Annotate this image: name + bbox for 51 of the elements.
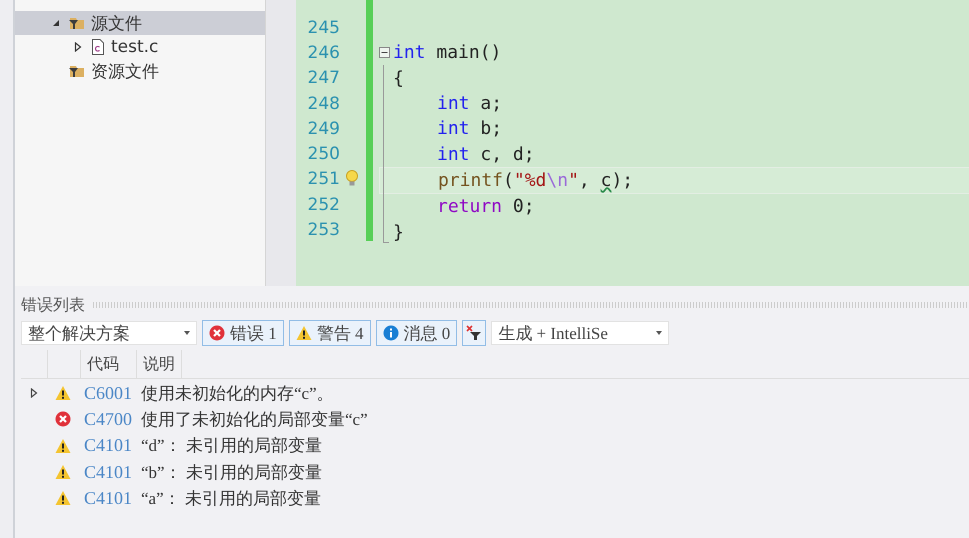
line-number: 253 xyxy=(306,220,340,240)
tree-item[interactable]: test.c xyxy=(15,35,265,59)
error-description: “b”： 未引用的局部变量 xyxy=(140,462,322,484)
folder-filter-icon xyxy=(69,16,85,30)
tree-item[interactable]: 资源文件 xyxy=(15,59,265,83)
dropdown-arrow-icon xyxy=(656,331,662,335)
code-line: int main() xyxy=(393,42,502,64)
code-line: printf("%d\n", c); xyxy=(437,170,634,191)
error-icon xyxy=(209,325,225,341)
info-icon xyxy=(382,325,398,341)
code-line: return 0; xyxy=(436,196,535,218)
line-number: 250 xyxy=(306,144,340,164)
collapse-icon[interactable] xyxy=(379,47,390,58)
c-file-icon xyxy=(91,39,105,55)
panel-title: 错误列表 xyxy=(21,294,85,316)
scope-dropdown[interactable]: 整个解决方案 xyxy=(21,321,197,345)
code-line: int c, d; xyxy=(436,144,535,165)
line-number: 245 xyxy=(306,18,340,38)
collapsed-arrow-icon[interactable] xyxy=(74,42,82,52)
folder-filter-icon xyxy=(69,64,85,78)
dropdown-arrow-icon xyxy=(184,331,190,335)
warning-filter-button[interactable]: 警告 4 xyxy=(288,320,370,346)
line-number: 248 xyxy=(306,94,340,114)
error-description: 使用未初始化的内存“c”。 xyxy=(140,382,334,405)
warning-icon xyxy=(55,490,71,506)
clear-filter-icon[interactable] xyxy=(466,325,482,341)
line-number: 246 xyxy=(306,42,340,63)
error-description: 使用了未初始化的局部变量“c” xyxy=(140,408,368,431)
warning-icon xyxy=(55,385,71,402)
code-line: int b; xyxy=(436,118,502,140)
line-number: 247 xyxy=(306,68,340,88)
warning-icon xyxy=(55,464,71,480)
tree-item[interactable]: 源文件 xyxy=(15,11,265,35)
expanded-arrow-icon[interactable] xyxy=(52,19,60,27)
warning-icon xyxy=(55,438,71,454)
info-filter-button[interactable]: 消息 0 xyxy=(376,320,458,346)
expand-arrow-icon[interactable] xyxy=(30,388,38,398)
line-number: 251 xyxy=(306,169,340,190)
error-description: “a”： 未引用的局部变量 xyxy=(140,488,321,510)
line-number: 249 xyxy=(306,118,340,139)
column-header[interactable]: 代码 xyxy=(81,350,137,378)
column-header[interactable]: 说明 xyxy=(137,350,182,378)
error-icon xyxy=(55,411,71,428)
code-line: } xyxy=(393,222,404,243)
line-number: 252 xyxy=(306,194,340,215)
warning-icon xyxy=(296,325,312,341)
error-description: “d”： 未引用的局部变量 xyxy=(140,435,322,458)
code-line: int a; xyxy=(436,93,502,114)
error-filter-button[interactable]: 错误 1 xyxy=(202,320,284,346)
source-dropdown[interactable]: 生成 + IntelliSe xyxy=(491,321,670,345)
code-line: { xyxy=(393,68,404,89)
